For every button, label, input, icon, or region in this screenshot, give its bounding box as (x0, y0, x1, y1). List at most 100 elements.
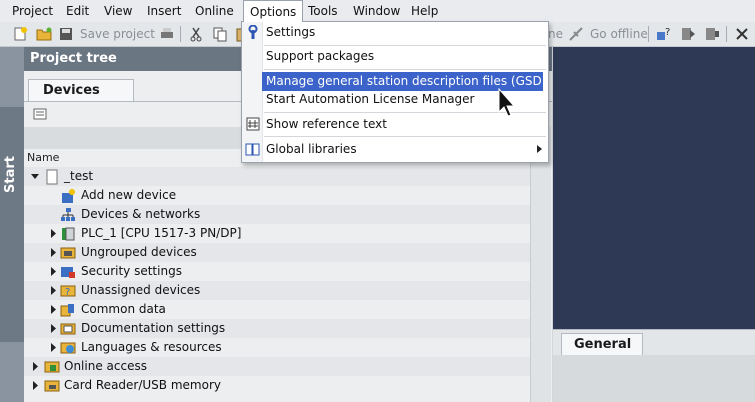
tree-row-common-data[interactable]: Common data (24, 300, 530, 319)
collapsed-arrow-icon[interactable] (48, 281, 58, 300)
collapsed-arrow-icon[interactable] (48, 243, 58, 262)
tree-row-plc1[interactable]: PLC_1 [CPU 1517-3 PN/DP] (24, 224, 530, 243)
accessible-devices-icon[interactable]: ? (656, 26, 672, 42)
tree-row-label: Devices & networks (81, 207, 201, 221)
start-portal-button[interactable]: Start (0, 107, 24, 342)
toolbar-separator (648, 26, 649, 42)
menu-window[interactable]: Window (353, 3, 400, 19)
menu-item-global-libraries[interactable]: Global libraries (242, 140, 548, 159)
submenu-arrow-icon (537, 145, 542, 153)
start-cpu-icon[interactable] (680, 26, 696, 42)
book-icon (245, 143, 260, 156)
plc-icon (62, 227, 75, 241)
tree-row-test[interactable]: _test (24, 167, 530, 186)
tree-row-security-settings[interactable]: Security settings (24, 262, 530, 281)
menu-item-label: Global libraries (266, 142, 357, 156)
new-project-icon[interactable] (12, 26, 28, 42)
menu-separator (264, 136, 546, 137)
tree-row-documentation-settings[interactable]: Documentation settings (24, 319, 530, 338)
security-icon (61, 267, 75, 278)
languages-icon (60, 342, 76, 354)
collapsed-arrow-icon[interactable] (48, 300, 58, 319)
tree-row-devices-networks[interactable]: Devices & networks (24, 205, 530, 224)
save-icon[interactable] (58, 26, 74, 42)
wrench-icon (248, 25, 258, 39)
menu-bar: Project Edit View Insert Online Options … (0, 0, 755, 23)
tree-row-label: Online access (64, 359, 147, 373)
tree-row-languages-resources[interactable]: Languages & resources (24, 338, 530, 357)
unassigned-devices-icon: ? (60, 285, 76, 298)
menu-item-label: Support packages (266, 49, 375, 63)
start-label: Start (3, 156, 18, 193)
collapsed-arrow-icon[interactable] (48, 262, 58, 281)
tree-row-ungrouped-devices[interactable]: Ungrouped devices (24, 243, 530, 262)
toolbar-separator (180, 26, 181, 42)
tab-general[interactable]: General (561, 333, 643, 356)
print-icon[interactable] (159, 26, 175, 42)
properties-tab-bar: General (553, 329, 755, 356)
menu-item-label: Settings (266, 25, 316, 39)
go-online-partial-label[interactable]: ne (548, 27, 563, 41)
show-overview-icon[interactable] (32, 106, 48, 122)
tab-devices[interactable]: Devices (28, 79, 134, 102)
tree-row-label: Unassigned devices (81, 283, 201, 297)
menu-tools[interactable]: Tools (308, 3, 338, 19)
common-data-icon (60, 304, 74, 317)
tree-row-label: Languages & resources (81, 340, 222, 354)
menu-item-label: Start Automation License Manager (266, 92, 475, 106)
tree-row-label: Add new device (81, 188, 177, 202)
tree-row-label: Common data (81, 302, 166, 316)
collapsed-arrow-icon[interactable] (48, 224, 58, 243)
project-file-icon (46, 169, 58, 185)
menu-online[interactable]: Online (195, 3, 234, 19)
copy-icon[interactable] (212, 26, 228, 42)
tree-row-online-access[interactable]: Online access (24, 357, 530, 376)
collapsed-arrow-icon[interactable] (30, 357, 40, 376)
menu-insert[interactable]: Insert (147, 3, 181, 19)
card-reader-icon (44, 380, 60, 392)
work-area (553, 47, 755, 329)
menu-separator (264, 69, 546, 70)
stop-cpu-icon[interactable] (704, 26, 720, 42)
tree-row-unassigned-devices[interactable]: ? Unassigned devices (24, 281, 530, 300)
close-icon[interactable] (734, 26, 750, 42)
tree-row-label: PLC_1 [CPU 1517-3 PN/DP] (81, 226, 242, 240)
menu-project[interactable]: Project (12, 3, 53, 19)
portal-start-bar: Start (0, 47, 24, 402)
menu-item-settings[interactable]: Settings (242, 23, 548, 42)
go-offline-icon[interactable] (568, 26, 584, 42)
tree-row-label: _test (64, 169, 94, 183)
tree-row-card-reader[interactable]: Card Reader/USB memory (24, 376, 530, 395)
svg-text:?: ? (65, 287, 70, 298)
tree-row-label: Card Reader/USB memory (64, 378, 221, 392)
menu-view[interactable]: View (104, 3, 132, 19)
open-project-icon[interactable] (36, 26, 52, 42)
add-device-icon (62, 189, 75, 203)
reference-text-icon (246, 117, 260, 131)
device-group-icon (60, 247, 76, 259)
menu-item-support-packages[interactable]: Support packages (242, 47, 548, 66)
menu-separator (264, 45, 546, 46)
menu-options[interactable]: Options (243, 0, 304, 22)
properties-panel (553, 355, 755, 402)
tree-row-label: Documentation settings (81, 321, 226, 335)
toolbar-separator (726, 26, 727, 42)
menu-edit[interactable]: Edit (66, 3, 89, 19)
go-offline-label[interactable]: Go offline (590, 27, 648, 41)
tree-scroll-column[interactable] (530, 127, 551, 402)
menu-item-label: Show reference text (266, 117, 387, 131)
save-project-label[interactable]: Save project (80, 27, 155, 41)
mouse-cursor-icon (498, 88, 516, 117)
collapsed-arrow-icon[interactable] (30, 376, 40, 395)
svg-text:?: ? (665, 27, 670, 38)
tree-row-label: Security settings (81, 264, 182, 278)
expanded-arrow-icon[interactable] (30, 167, 40, 186)
online-access-icon (44, 361, 60, 373)
documentation-icon (60, 323, 76, 335)
tree-row-label: Ungrouped devices (81, 245, 197, 259)
collapsed-arrow-icon[interactable] (48, 338, 58, 357)
menu-help[interactable]: Help (411, 3, 438, 19)
cut-icon[interactable] (188, 26, 204, 42)
collapsed-arrow-icon[interactable] (48, 319, 58, 338)
tree-row-add-new-device[interactable]: Add new device (24, 186, 530, 205)
